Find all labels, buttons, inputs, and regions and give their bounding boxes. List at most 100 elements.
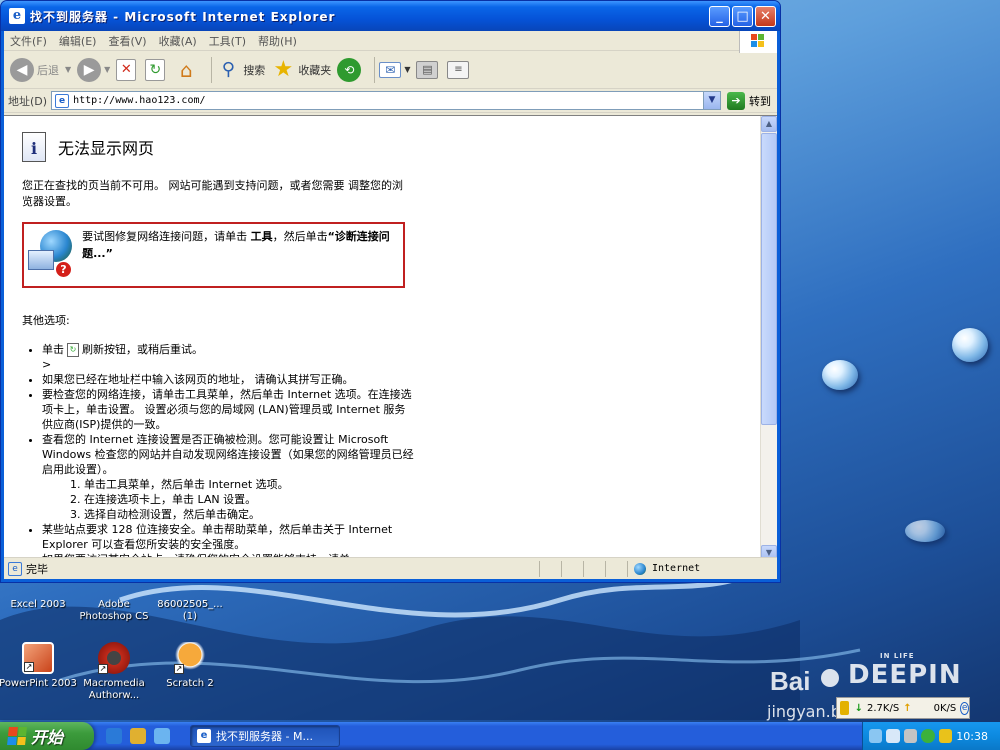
menu-tools[interactable]: 工具(T)	[203, 33, 252, 49]
start-button[interactable]: 开始	[0, 722, 94, 750]
desktop-icon-label: Scratch 2	[166, 678, 214, 689]
ie-icon[interactable]	[106, 728, 122, 744]
water-drop	[905, 520, 945, 542]
search-label: 搜索	[243, 63, 266, 77]
back-button[interactable]: ◀ 后退 ▼	[10, 57, 72, 82]
option-network: 要检查您的网络连接，请单击工具菜单，然后单击 Internet 选项。在连接选项…	[42, 387, 414, 432]
scroll-thumb[interactable]	[761, 133, 777, 425]
page-done-icon: e	[8, 561, 22, 576]
menu-favorites[interactable]: 收藏(A)	[153, 33, 203, 49]
photoshop-icon	[98, 585, 130, 595]
diagnose-tip-box: ? 要试图修复网络连接问题，请单击 工具，然后单击“诊断连接问题...”	[22, 222, 405, 288]
chevron-down-icon[interactable]: ▼	[703, 92, 720, 109]
history-icon: ⟲	[337, 57, 362, 82]
status-divider	[561, 560, 583, 577]
close-button[interactable]: ✕	[755, 5, 776, 27]
display-tray-icon[interactable]	[886, 729, 900, 743]
clock[interactable]: 10:38	[956, 730, 988, 743]
scroll-up-button[interactable]: ▲	[761, 116, 777, 132]
option-text: 查看您的 Internet 连接设置是否正确被检测。您可能设置让 Microso…	[42, 433, 414, 476]
mail-button[interactable]: ✉ ▼	[379, 61, 410, 78]
svg-text:Bai: Bai	[770, 666, 810, 696]
status-bar: e 完毕 Internet	[4, 557, 777, 579]
maximize-button[interactable]: □	[732, 5, 753, 27]
network-globe-icon: ?	[26, 228, 74, 280]
desktop-icon[interactable]	[154, 728, 170, 744]
chevron-down-icon: ▼	[65, 65, 72, 74]
windows-flag-icon	[7, 727, 27, 745]
forward-button[interactable]: ▶ ▼	[77, 57, 110, 82]
network-tray-icon[interactable]	[869, 729, 883, 743]
go-button[interactable]: ➔ 转到	[727, 91, 771, 110]
menu-help[interactable]: 帮助(H)	[252, 33, 303, 49]
page-content: i 无法显示网页 您正在查找的页当前不可用。 网站可能遇到支持问题，或者您需要 …	[4, 115, 777, 561]
shield-icon[interactable]	[938, 729, 953, 743]
volume-tray-icon[interactable]	[903, 729, 918, 743]
outlook-icon[interactable]	[130, 728, 146, 744]
ie-icon: e	[197, 729, 211, 743]
option-text: 刷新按钮，或稍后重试。	[82, 343, 203, 356]
task-label: 找不到服务器 - M...	[216, 730, 313, 743]
ie-window: e 找不到服务器 - Microsoft Internet Explorer _…	[0, 0, 781, 583]
go-label: 转到	[749, 94, 771, 108]
shortcut-arrow-icon: ↗	[98, 664, 108, 674]
back-arrow-icon: ◀	[10, 57, 34, 82]
status-divider	[605, 560, 627, 577]
option-security: 某些站点要求 128 位连接安全。单击帮助菜单，然后单击关于 Internet …	[42, 522, 414, 552]
history-button[interactable]: ⟲	[337, 57, 364, 82]
error-header: i 无法显示网页	[22, 132, 761, 162]
toolbar: ◀ 后退 ▼ ▶ ▼ ✕ ↻ ⌂ ⚲ 搜索 ★ 收藏夹 ⟲ ✉ ▼ ▤ ≡	[4, 51, 777, 89]
favorites-button[interactable]: ★ 收藏夹	[271, 57, 331, 82]
desktop-icon-file[interactable]: 86002505_... (1)	[150, 585, 230, 623]
desktop-icon-label: Macromedia Authorw...	[83, 678, 145, 701]
minimize-button[interactable]: _	[709, 5, 730, 27]
mail-icon: ✉	[379, 61, 402, 78]
error-page: i 无法显示网页 您正在查找的页当前不可用。 网站可能遇到支持问题，或者您需要 …	[4, 116, 761, 561]
security-zone: Internet	[627, 560, 777, 577]
status-text: 完毕	[26, 562, 48, 576]
watermark-deepin: DEEPIN	[848, 660, 962, 690]
desktop-icon-powerpoint[interactable]: ↗ PowerPint 2003	[0, 642, 78, 690]
scratch-cat-icon: ↗	[174, 642, 206, 674]
menu-edit[interactable]: 编辑(E)	[53, 33, 103, 49]
step-item: 选择自动检测设置，然后单击确定。	[84, 507, 414, 522]
option-text: 单击	[42, 343, 64, 356]
print-button[interactable]: ▤	[416, 60, 441, 79]
water-drop	[952, 328, 988, 362]
desktop-icon-label: Excel 2003	[10, 599, 66, 610]
diagnose-tip: 要试图修复网络连接问题，请单击 工具，然后单击“诊断连接问题...”	[82, 228, 395, 282]
ie-icon: e	[9, 8, 25, 24]
step-item: 在连接选项卡上，单击 LAN 设置。	[84, 492, 414, 507]
baidu-logo-icon: Bai	[768, 660, 844, 700]
desktop-icon-authorware[interactable]: ↗ Macromedia Authorw...	[74, 642, 154, 702]
desktop-icon-excel[interactable]: Excel 2003	[0, 585, 78, 611]
refresh-icon[interactable]: ↻	[67, 343, 79, 357]
vertical-scrollbar[interactable]: ▲ ▼	[760, 116, 777, 561]
option-spelling: 如果您已经在地址栏中输入该网页的地址， 请确认其拼写正确。	[42, 372, 414, 387]
desktop-icon-photoshop[interactable]: Adobe Photoshop CS	[74, 585, 154, 623]
stop-button[interactable]: ✕	[116, 58, 139, 81]
upload-arrow-icon: ↑	[903, 702, 912, 714]
title-bar[interactable]: e 找不到服务器 - Microsoft Internet Explorer _…	[1, 1, 780, 31]
search-button[interactable]: ⚲ 搜索	[216, 58, 266, 82]
option-refresh: 单击↻刷新按钮，或稍后重试。 >	[42, 342, 414, 372]
update-tray-icon[interactable]	[921, 729, 935, 743]
menu-view[interactable]: 查看(V)	[102, 33, 152, 49]
shortcut-arrow-icon: ↗	[174, 664, 184, 674]
desktop-icon-scratch[interactable]: ↗ Scratch 2	[150, 642, 230, 690]
watermark-small: IN LIFE	[880, 652, 915, 660]
taskbar-item-ie[interactable]: e 找不到服务器 - M...	[190, 725, 340, 747]
download-speed: 2.7K/S	[867, 702, 900, 714]
error-title: 无法显示网页	[58, 139, 155, 158]
address-input[interactable]: e http://www.hao123.com/ ▼	[51, 91, 721, 110]
refresh-button[interactable]: ↻	[145, 58, 168, 81]
menu-bar: 文件(F) 编辑(E) 查看(V) 收藏(A) 工具(T) 帮助(H)	[4, 31, 777, 53]
printer-icon: ▤	[416, 60, 439, 79]
zone-label: Internet	[652, 563, 701, 574]
edit-button[interactable]: ≡	[447, 60, 472, 79]
toolbar-separator	[211, 56, 213, 83]
menu-file[interactable]: 文件(F)	[4, 33, 53, 49]
home-button[interactable]: ⌂	[174, 58, 201, 82]
taskbar: 开始 e 找不到服务器 - M... 10:38	[0, 722, 1000, 750]
authorware-icon: ↗	[98, 642, 130, 674]
